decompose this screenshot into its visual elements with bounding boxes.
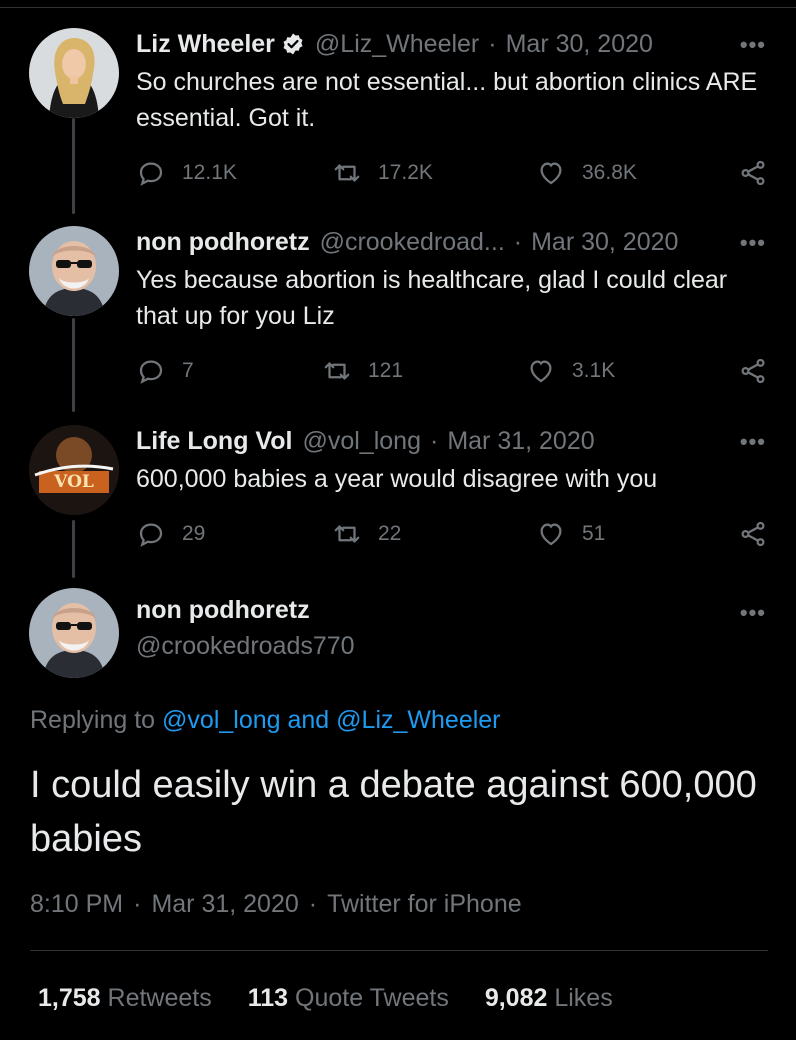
thread-connector	[72, 118, 75, 214]
avatar[interactable]: VOL	[29, 425, 119, 515]
tweet-actions: 7 121 3.1K	[136, 354, 768, 388]
man-sunglasses-avatar-icon	[29, 588, 119, 678]
main-tweet-text: I could easily win a debate against 600,…	[30, 764, 757, 860]
likes-stat[interactable]: 9,082 Likes	[485, 984, 613, 1013]
more-options-icon[interactable]: •••	[740, 600, 766, 626]
retweet-count: 121	[368, 359, 404, 382]
heart-icon	[540, 523, 562, 546]
tweet-date[interactable]: Mar 30, 2020	[531, 228, 678, 257]
thread-connector	[72, 318, 75, 412]
share-icon	[741, 521, 765, 547]
reply-count: 7	[182, 359, 194, 382]
tweet-source[interactable]: Twitter for iPhone	[327, 890, 522, 918]
author-name[interactable]: Life Long Vol	[136, 427, 292, 456]
separator: ·	[429, 426, 439, 455]
author-handle[interactable]: @Liz_Wheeler	[315, 30, 479, 59]
share-icon	[741, 160, 765, 186]
tweet-actions: 29 22 51	[136, 517, 768, 551]
avatar[interactable]	[29, 226, 119, 316]
tweet-actions: 12.1K 17.2K 36.8K	[136, 156, 768, 190]
like-count: 3.1K	[572, 359, 616, 382]
retweets-stat[interactable]: 1,758 Retweets	[38, 984, 212, 1013]
retweet-count: 17.2K	[378, 161, 433, 184]
heart-icon	[540, 162, 562, 185]
avatar[interactable]	[29, 588, 119, 678]
more-options-icon[interactable]: •••	[740, 429, 766, 455]
retweet-count: 22	[378, 522, 402, 545]
svg-text:VOL: VOL	[53, 472, 94, 492]
share-button[interactable]	[738, 354, 768, 388]
tweet-meta: 8:10 PM · Mar 31, 2020 · Twitter for iPhone	[30, 890, 522, 919]
heart-icon	[530, 360, 552, 383]
reply-button[interactable]: 29	[136, 517, 205, 551]
replying-prefix: Replying to	[30, 706, 156, 734]
reply-button[interactable]: 12.1K	[136, 156, 237, 190]
tweet-text: Yes because abortion is healthcare, glad…	[136, 266, 728, 330]
separator: ·	[308, 890, 318, 918]
like-count: 51	[582, 522, 606, 545]
author-handle[interactable]: @vol_long	[302, 427, 421, 456]
reply-count: 12.1K	[182, 161, 237, 184]
top-divider	[0, 0, 796, 8]
retweets-label: Retweets	[107, 984, 212, 1012]
separator: ·	[513, 227, 523, 256]
like-button[interactable]: 3.1K	[526, 354, 615, 388]
retweet-button[interactable]: 22	[332, 517, 401, 551]
like-button[interactable]: 36.8K	[536, 156, 637, 190]
tweet-text: So churches are not essential... but abo…	[136, 68, 758, 132]
separator: ·	[133, 890, 142, 918]
like-count: 36.8K	[582, 161, 637, 184]
retweet-icon	[334, 164, 360, 182]
share-button[interactable]	[738, 517, 768, 551]
share-icon	[741, 358, 765, 384]
author-name[interactable]: Liz Wheeler	[136, 30, 275, 59]
woman-portrait-avatar-icon	[29, 28, 119, 118]
mention-and: and	[287, 706, 330, 734]
tweet-date[interactable]: Mar 30, 2020	[506, 30, 653, 59]
reply-icon	[139, 360, 163, 384]
mention-link[interactable]: @vol_long	[162, 706, 281, 734]
reply-count: 29	[182, 522, 206, 545]
retweets-count: 1,758	[38, 984, 101, 1012]
quote-tweets-count: 113	[247, 984, 289, 1012]
reply-icon	[139, 523, 163, 547]
retweet-button[interactable]: 17.2K	[332, 156, 433, 190]
more-options-icon[interactable]: •••	[740, 230, 766, 256]
tweet-stats: 1,758 Retweets 113 Quote Tweets 9,082 Li…	[38, 984, 649, 1013]
author-name[interactable]: non podhoretz	[136, 596, 310, 625]
like-button[interactable]: 51	[536, 517, 605, 551]
likes-count: 9,082	[484, 984, 548, 1012]
more-options-icon[interactable]: •••	[740, 32, 766, 58]
tweet-text: 600,000 babies a year would disagree wit…	[136, 465, 658, 493]
tweet-date[interactable]: Mar 31, 2020	[151, 890, 298, 918]
tweet-time[interactable]: 8:10 PM	[30, 890, 123, 918]
retweet-button[interactable]: 121	[322, 354, 403, 388]
author-handle[interactable]: @crookedroads770	[136, 632, 355, 661]
avatar[interactable]	[29, 28, 119, 118]
retweet-icon	[334, 525, 360, 543]
verified-badge-icon	[283, 33, 303, 55]
reply-icon	[139, 162, 163, 186]
thread-connector	[72, 520, 75, 578]
author-name[interactable]: non podhoretz	[136, 228, 310, 257]
reply-button[interactable]: 7	[136, 354, 194, 388]
tweet-date[interactable]: Mar 31, 2020	[447, 427, 594, 456]
quote-tweets-stat[interactable]: 113 Quote Tweets	[248, 984, 449, 1013]
replying-to: Replying to @vol_long and @Liz_Wheeler	[30, 706, 501, 735]
separator: ·	[488, 29, 497, 58]
retweet-icon	[324, 362, 350, 380]
let-them-vol-logo-avatar-icon: VOL	[29, 425, 119, 515]
divider	[30, 950, 768, 951]
author-handle[interactable]: @crookedroad...	[320, 228, 505, 257]
share-button[interactable]	[738, 156, 768, 190]
man-sunglasses-avatar-icon	[29, 226, 119, 316]
mention-link[interactable]: @Liz_Wheeler	[336, 706, 500, 734]
likes-label: Likes	[554, 984, 613, 1012]
quote-tweets-label: Quote Tweets	[295, 984, 449, 1012]
